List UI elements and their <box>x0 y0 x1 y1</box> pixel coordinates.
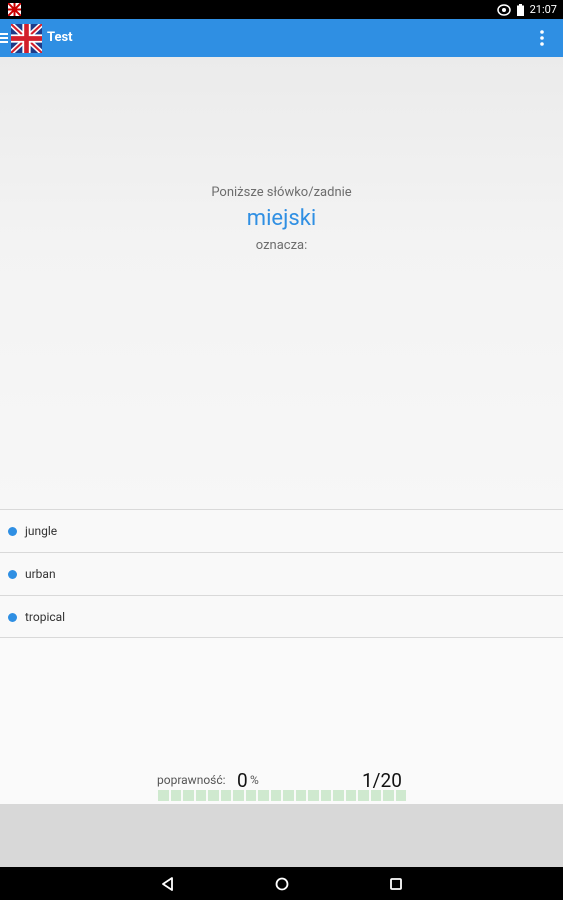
accuracy-value: 0 <box>237 769 248 792</box>
back-icon[interactable] <box>160 876 176 892</box>
accuracy-percent-sign: % <box>250 773 259 787</box>
overflow-menu-icon[interactable] <box>538 29 546 47</box>
progress-segment <box>283 790 294 801</box>
progress-bar <box>158 790 406 801</box>
progress-segment <box>245 790 256 801</box>
answer-option[interactable]: urban <box>0 552 563 595</box>
progress-segment <box>370 790 381 801</box>
answer-label: tropical <box>25 610 66 624</box>
question-suffix: oznacza: <box>255 238 308 253</box>
progress-segment <box>395 790 406 801</box>
progress-segment <box>345 790 356 801</box>
app-title: Test <box>47 30 73 45</box>
app-bar: Test <box>0 19 563 57</box>
progress-segment <box>308 790 319 801</box>
menu-icon[interactable] <box>0 31 9 45</box>
uk-flag-icon[interactable] <box>11 24 42 53</box>
answer-label: jungle <box>25 524 58 538</box>
battery-icon <box>516 3 524 16</box>
question-word: miejski <box>246 206 317 231</box>
status-bar: 21:07 <box>0 0 563 19</box>
progress-segment <box>258 790 269 801</box>
question-prompt: Poniższe słówko/zadnie <box>211 185 352 200</box>
accuracy-label: poprawność: <box>157 773 226 787</box>
progress-segment <box>195 790 206 801</box>
answer-option[interactable]: tropical <box>0 595 563 638</box>
question-counter: 1/20 <box>362 769 402 792</box>
navigation-bar <box>0 867 563 900</box>
question-area: Poniższe słówko/zadnie miejski oznacza: <box>0 57 563 509</box>
progress-segment <box>295 790 306 801</box>
progress-segment <box>170 790 181 801</box>
progress-segment <box>383 790 394 801</box>
bullet-icon <box>8 570 17 579</box>
progress-segment <box>158 790 169 801</box>
progress-segment <box>320 790 331 801</box>
progress-segment <box>358 790 369 801</box>
progress-segment <box>183 790 194 801</box>
app-notification-icon <box>8 3 21 16</box>
footer-area <box>0 804 563 867</box>
sync-icon <box>496 3 511 16</box>
progress-segment <box>233 790 244 801</box>
stats-area: poprawność: 0 % 1/20 <box>0 638 563 804</box>
recents-icon[interactable] <box>388 876 404 892</box>
answer-label: urban <box>25 567 56 581</box>
progress-segment <box>333 790 344 801</box>
progress-segment <box>220 790 231 801</box>
progress-segment <box>208 790 219 801</box>
progress-segment <box>270 790 281 801</box>
answer-list: jungle urban tropical <box>0 509 563 638</box>
bullet-icon <box>8 613 17 622</box>
answer-option[interactable]: jungle <box>0 509 563 552</box>
status-time: 21:07 <box>529 3 557 16</box>
bullet-icon <box>8 527 17 536</box>
home-icon[interactable] <box>274 876 290 892</box>
